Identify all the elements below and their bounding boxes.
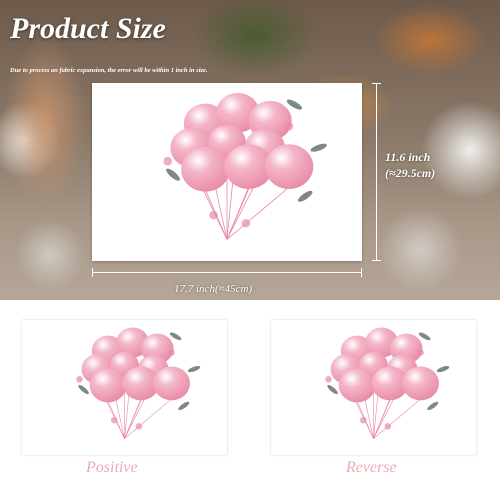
flower-icon [111,416,118,424]
placemat-main [92,83,362,261]
balloon-icon [402,366,439,401]
size-error-note: Due to process an fabric expansion, the … [10,67,208,74]
balloon-bouquet-art [163,92,327,240]
leaf-icon [286,99,303,110]
leaf-icon [297,190,313,202]
flower-icon [325,376,332,383]
leaf-icon [418,332,431,341]
leaf-icon [169,332,182,341]
flower-icon [168,349,175,356]
placemat-reverse [271,320,476,455]
balloon-string [124,398,142,439]
height-label-inch: 11.6 inch [385,150,431,164]
leaf-icon [310,143,327,152]
balloon-string [373,398,421,439]
leaf-icon [427,401,439,411]
balloon-icon [181,146,230,192]
flower-icon [241,218,251,228]
leaf-icon [327,384,338,395]
flower-icon [76,376,83,383]
flower-icon [284,121,294,131]
flower-icon [209,210,218,220]
height-label-cm: (≈29.5cm) [385,166,436,180]
width-dimension-line [92,268,362,277]
leaf-icon [187,366,201,373]
flower-icon [163,156,172,166]
balloon-icon [264,144,314,189]
width-label: 17.7 inch(≈45cm) [174,283,253,295]
balloon-string [124,398,172,439]
flower-icon [360,416,367,424]
balloon-icon [338,368,376,403]
balloon-bouquet-art-reverse [325,327,450,439]
positive-caption: Positive [86,459,138,476]
flower-icon [417,349,424,356]
leaf-icon [436,366,450,373]
page-title: Product Size [10,12,166,45]
height-dimension-line [372,83,381,261]
balloon-string [226,187,249,240]
balloon-string [373,398,391,439]
balloon-icon [89,368,127,403]
leaf-icon [166,168,180,181]
balloon-bouquet-art-positive [76,327,201,439]
leaf-icon [178,401,190,411]
reverse-caption: Reverse [346,459,397,476]
placemat-positive [22,320,227,455]
flower-icon [135,423,143,430]
leaf-icon [78,384,89,395]
flower-icon [384,423,392,430]
balloon-string [226,186,290,240]
balloon-icon [153,366,190,401]
